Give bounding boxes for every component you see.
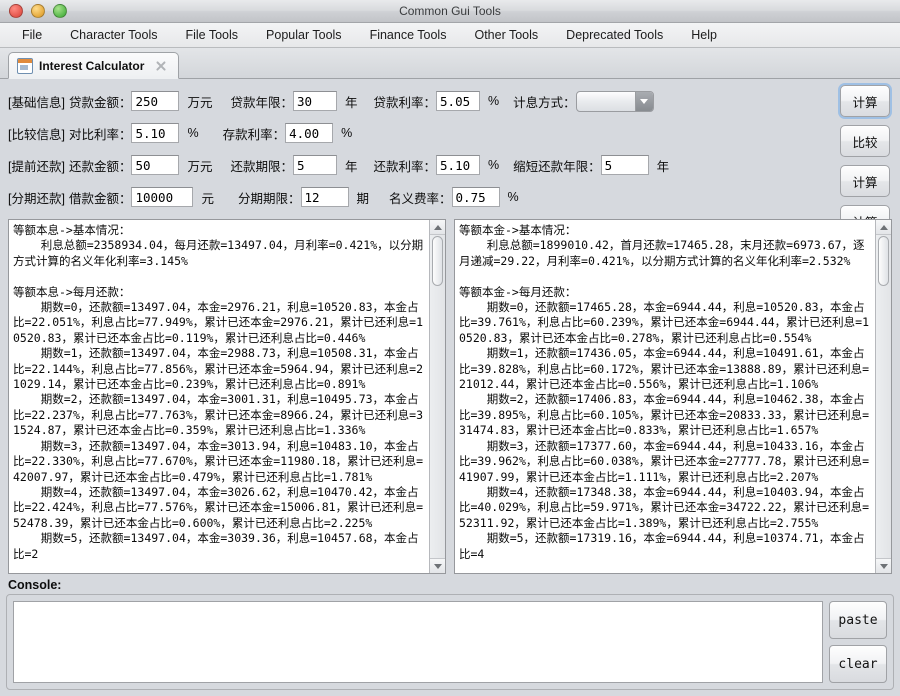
console-label: Console: (8, 578, 62, 592)
group-label-prepayment: [提前还款] (8, 159, 65, 174)
scroll-up-icon[interactable] (430, 220, 445, 235)
menu-character-tools[interactable]: Character Tools (56, 25, 171, 45)
scroll-down-icon[interactable] (430, 558, 445, 573)
clear-button[interactable]: clear (829, 645, 887, 683)
loan-amount-input[interactable]: 250 (131, 91, 180, 111)
scroll-thumb[interactable] (878, 236, 889, 286)
shorten-years-input[interactable]: 5 (600, 155, 649, 175)
window-title: Common Gui Tools (399, 4, 501, 18)
menu-deprecated-tools[interactable]: Deprecated Tools (552, 25, 677, 45)
repay-amount-unit: 万元 (187, 159, 213, 174)
scroll-down-icon[interactable] (876, 558, 891, 573)
form-row-basic-info: [基础信息] 贷款金额： 250 万元 贷款年限： 30 年 贷款利率： 5.0… (8, 85, 892, 117)
nominal-fee-rate-unit: % (507, 190, 519, 204)
interest-method-select[interactable] (575, 90, 654, 112)
menu-file[interactable]: File (8, 25, 56, 45)
form-panel: [基础信息] 贷款金额： 250 万元 贷款年限： 30 年 贷款利率： 5.0… (0, 79, 900, 237)
menu-file-tools[interactable]: File Tools (171, 25, 252, 45)
loan-years-label: 贷款年限： (230, 95, 293, 110)
calculate-prepayment-button[interactable]: 计算 (840, 165, 890, 197)
loan-amount-label: 贷款金额： (68, 95, 132, 110)
chevron-down-icon[interactable] (634, 91, 653, 111)
app-window: Common Gui Tools File Character Tools Fi… (0, 0, 900, 696)
menu-popular-tools[interactable]: Popular Tools (252, 25, 356, 45)
loan-rate-input[interactable]: 5.05 (436, 91, 481, 111)
deposit-rate-input[interactable]: 4.00 (285, 123, 334, 143)
form-row-compare-info: [比较信息] 对比利率： 5.10 % 存款利率： 4.00 % (8, 117, 892, 149)
group-label-installment: [分期还款] (8, 191, 65, 206)
installment-term-label: 分期期限： (237, 191, 301, 206)
borrow-amount-input[interactable]: 10000 (131, 187, 194, 207)
repay-amount-label: 还款金额： (68, 159, 132, 174)
equal-principal-text[interactable]: 等额本金->基本情况： 利息总额=1899010.42，首月还款=17465.2… (455, 220, 875, 573)
nominal-fee-rate-input[interactable]: 0.75 (451, 187, 500, 207)
repay-rate-input[interactable]: 5.10 (436, 155, 481, 175)
nominal-fee-rate-label: 名义费率： (389, 191, 452, 206)
calculate-basic-button[interactable]: 计算 (840, 85, 890, 117)
tab-interest-calculator[interactable]: Interest Calculator (8, 52, 180, 79)
compare-rate-label: 对比利率： (68, 127, 132, 142)
loan-amount-unit: 万元 (187, 95, 213, 110)
form-row-installment: [分期还款] 借款金额： 10000 元 分期期限： 12 期 名义费率： 0.… (8, 181, 892, 213)
paste-button[interactable]: paste (829, 601, 887, 639)
compare-button[interactable]: 比较 (840, 125, 890, 157)
repay-rate-label: 还款利率： (373, 159, 437, 174)
menu-bar: File Character Tools File Tools Popular … (0, 23, 900, 48)
deposit-rate-unit: % (341, 126, 353, 140)
installment-term-input[interactable]: 12 (300, 187, 349, 207)
scroll-up-icon[interactable] (876, 220, 891, 235)
interest-method-label: 计息方式： (513, 95, 576, 110)
output-panes: 等额本息->基本情况： 利息总额=2358934.04，每月还款=13497.0… (0, 217, 900, 574)
action-button-column: 计算 比较 计算 计算 (840, 85, 890, 237)
equal-principal-pane: 等额本金->基本情况： 利息总额=1899010.42，首月还款=17465.2… (454, 219, 892, 574)
installment-term-unit: 期 (356, 191, 370, 206)
borrow-amount-unit: 元 (201, 191, 214, 206)
repay-rate-unit: % (488, 158, 500, 172)
console-input[interactable] (13, 601, 823, 683)
left-pane-scrollbar[interactable] (429, 220, 445, 573)
loan-years-unit: 年 (345, 95, 358, 110)
deposit-rate-label: 存款利率： (222, 127, 286, 142)
close-icon[interactable] (154, 59, 168, 73)
equal-installment-pane: 等额本息->基本情况： 利息总额=2358934.04，每月还款=13497.0… (8, 219, 446, 574)
menu-other-tools[interactable]: Other Tools (460, 25, 552, 45)
loan-years-input[interactable]: 30 (293, 91, 337, 111)
group-label-basic-info: [基础信息] (8, 95, 65, 110)
shorten-years-label: 缩短还款年限： (513, 159, 601, 174)
console-panel: paste clear (6, 594, 894, 690)
loan-rate-label: 贷款利率： (373, 95, 437, 110)
interest-method-value (577, 92, 635, 111)
calendar-icon (17, 57, 33, 74)
compare-rate-unit: % (187, 126, 199, 140)
tab-label: Interest Calculator (39, 58, 145, 73)
right-pane-scrollbar[interactable] (875, 220, 891, 573)
loan-rate-unit: % (488, 94, 500, 108)
repay-term-label: 还款期限： (230, 159, 293, 174)
title-bar: Common Gui Tools (0, 0, 900, 23)
repay-amount-input[interactable]: 50 (131, 155, 180, 175)
console-button-column: paste clear (829, 601, 887, 683)
repay-term-unit: 年 (345, 159, 358, 174)
compare-rate-input[interactable]: 5.10 (131, 123, 180, 143)
form-row-prepayment: [提前还款] 还款金额： 50 万元 还款期限： 5 年 还款利率： 5.10 … (8, 149, 892, 181)
borrow-amount-label: 借款金额： (68, 191, 132, 206)
menu-finance-tools[interactable]: Finance Tools (356, 25, 461, 45)
scroll-thumb[interactable] (432, 236, 443, 286)
shorten-years-unit: 年 (656, 159, 670, 174)
group-label-compare-info: [比较信息] (8, 127, 65, 142)
tab-strip: Interest Calculator (0, 48, 900, 79)
repay-term-input[interactable]: 5 (293, 155, 337, 175)
equal-installment-text[interactable]: 等额本息->基本情况： 利息总额=2358934.04，每月还款=13497.0… (9, 220, 429, 573)
menu-help[interactable]: Help (677, 25, 731, 45)
